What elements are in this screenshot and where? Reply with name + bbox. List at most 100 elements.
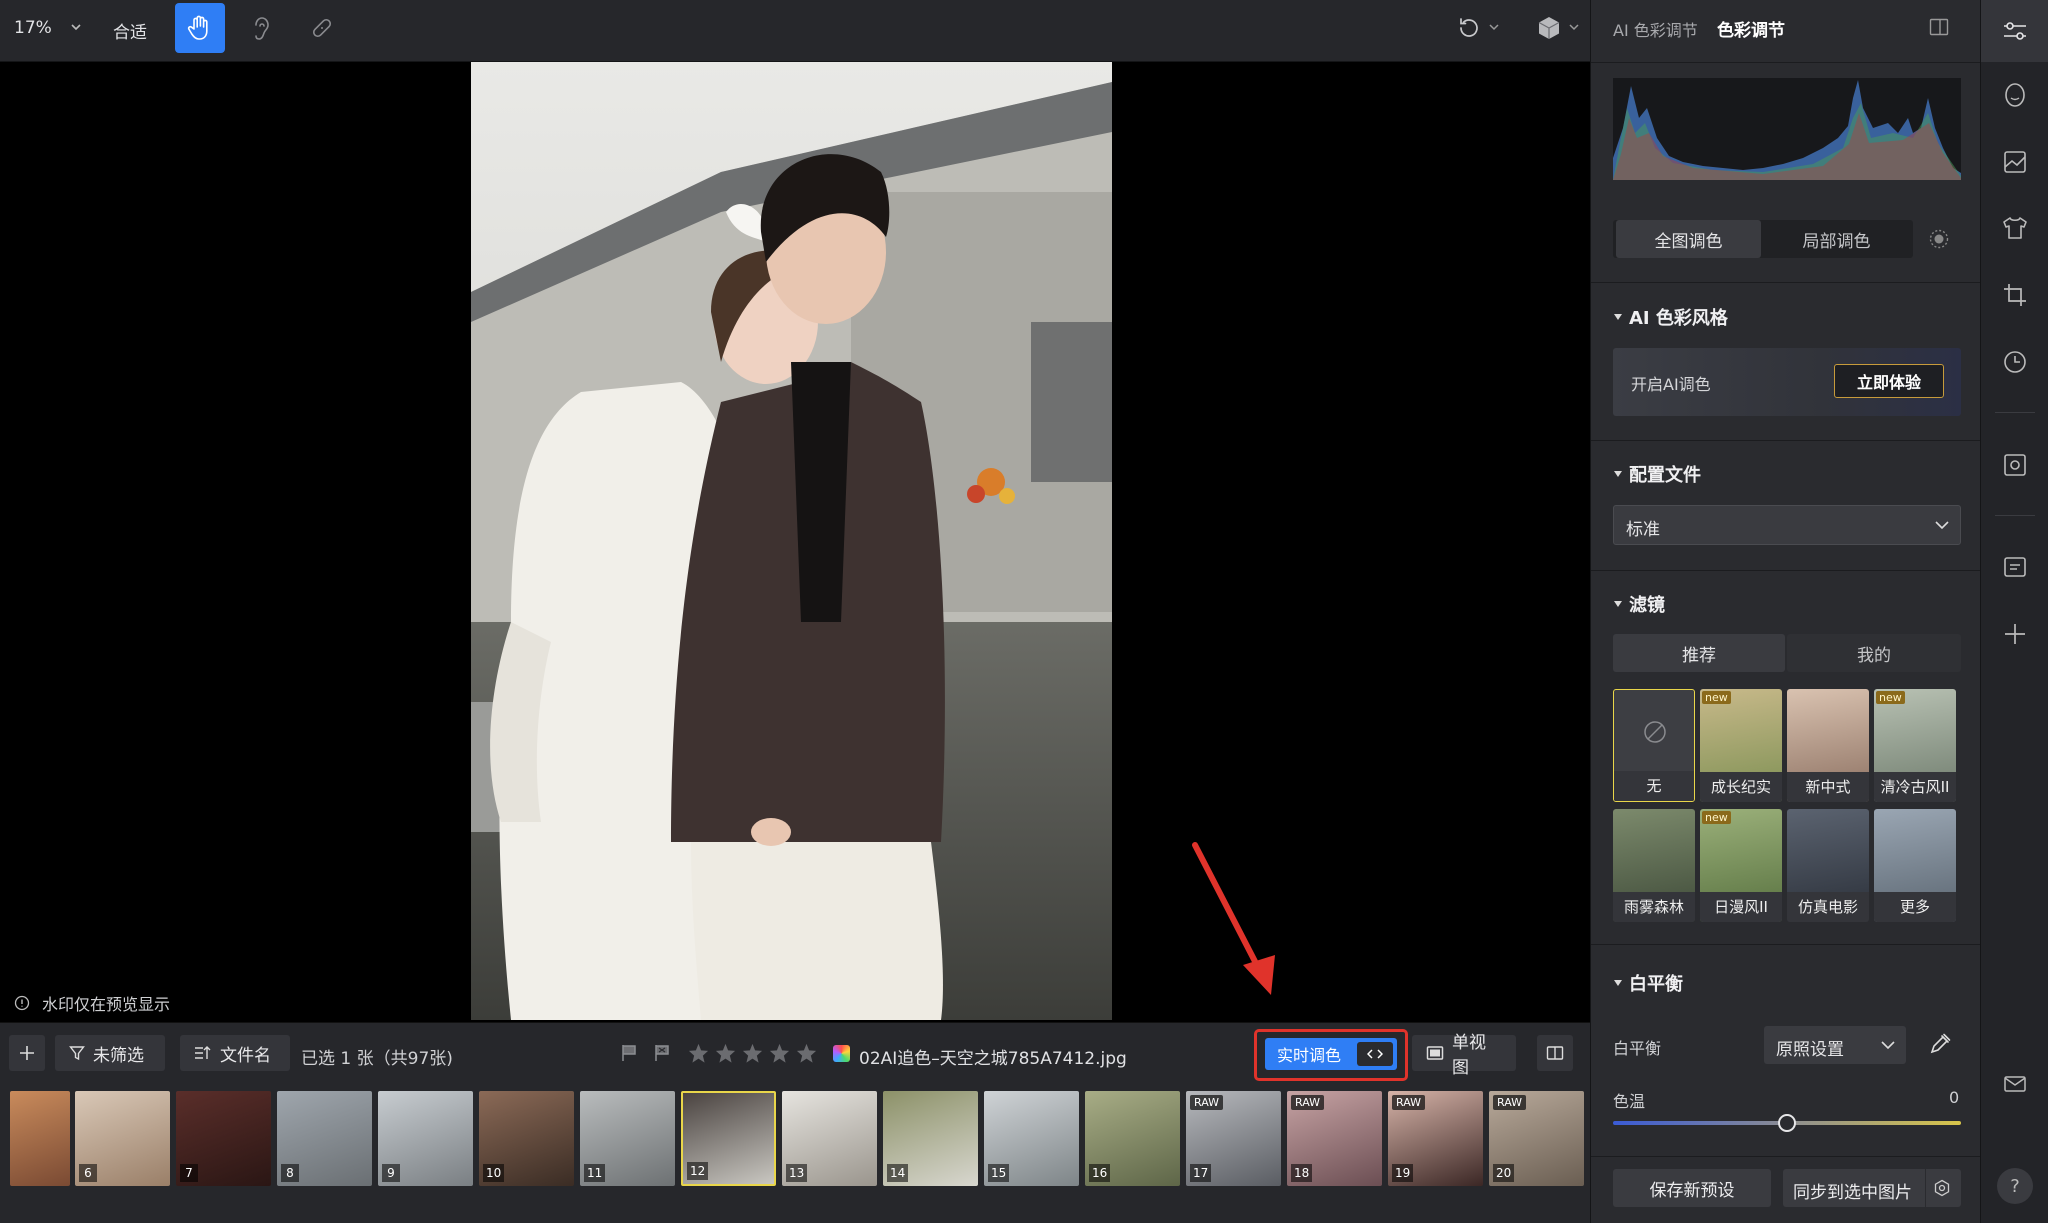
- tab-filter-recommended[interactable]: 推荐: [1613, 634, 1785, 672]
- filmstrip-thumb[interactable]: 10: [479, 1091, 574, 1186]
- new-badge: new: [1702, 811, 1731, 824]
- rail-adjust-button[interactable]: [1981, 0, 2048, 62]
- filmstrip-thumb[interactable]: 11: [580, 1091, 675, 1186]
- ai-try-now-button[interactable]: 立即体验: [1834, 364, 1944, 398]
- filmstrip-thumb[interactable]: 14: [883, 1091, 978, 1186]
- temp-slider-track[interactable]: [1613, 1114, 1961, 1132]
- ear-tool-button[interactable]: [236, 3, 286, 53]
- star-icon[interactable]: [769, 1043, 790, 1063]
- single-view-icon: [1426, 1045, 1444, 1061]
- tab-color[interactable]: 色彩调节: [1717, 16, 1785, 41]
- filter-tile[interactable]: 更多: [1874, 809, 1956, 922]
- top-toolbar: 17% 合适: [0, 0, 1590, 62]
- filter-tile[interactable]: 新中式: [1787, 689, 1869, 802]
- tab-filter-mine[interactable]: 我的: [1787, 634, 1961, 672]
- sync-selected-button[interactable]: 同步到选中图片: [1783, 1169, 1961, 1207]
- single-view-button[interactable]: 单视图: [1412, 1033, 1516, 1078]
- fit-button[interactable]: 合适: [113, 18, 147, 43]
- star-icon[interactable]: [796, 1043, 817, 1063]
- rail-add-button[interactable]: [1981, 604, 2048, 664]
- rail-crop-button[interactable]: [1981, 265, 2048, 325]
- rail-clothing-button[interactable]: [1981, 198, 2048, 258]
- filmstrip-thumb[interactable]: 15: [984, 1091, 1079, 1186]
- wb-select[interactable]: 原照设置: [1764, 1026, 1906, 1064]
- filmstrip-thumb[interactable]: RAW 20: [1489, 1091, 1584, 1186]
- filter-tile-label: 仿真电影: [1787, 892, 1869, 922]
- profile-select[interactable]: 标准: [1613, 505, 1961, 545]
- bandage-tool-button[interactable]: [297, 3, 347, 53]
- filmstrip-thumb[interactable]: RAW 19: [1388, 1091, 1483, 1186]
- compare-view-button[interactable]: [1537, 1035, 1573, 1071]
- sort-filename-button[interactable]: 文件名: [180, 1035, 290, 1071]
- tool-rail: ?: [1980, 0, 2048, 1223]
- panel-layout-icon[interactable]: [1929, 18, 1949, 36]
- filter-tile[interactable]: 雨雾森林: [1613, 809, 1695, 922]
- star-icon[interactable]: [715, 1043, 736, 1063]
- filmstrip-thumb[interactable]: 6: [75, 1091, 170, 1186]
- cube-icon[interactable]: [1535, 14, 1563, 42]
- preview-frame-icon: [2002, 452, 2028, 478]
- realtime-grade-toggle[interactable]: 实时调色: [1265, 1038, 1397, 1070]
- code-toggle-icon[interactable]: [1357, 1042, 1393, 1066]
- star-icon[interactable]: [742, 1043, 763, 1063]
- add-button[interactable]: [9, 1035, 45, 1071]
- cube-dropdown-chevron-icon[interactable]: [1568, 22, 1580, 32]
- filmstrip-thumb[interactable]: 7: [176, 1091, 271, 1186]
- undo-dropdown-chevron-icon[interactable]: [1488, 22, 1500, 32]
- filter-tile[interactable]: new 成长纪实: [1700, 689, 1782, 802]
- flag-reject-icon[interactable]: [653, 1044, 671, 1062]
- tab-local-grade[interactable]: 局部调色: [1763, 220, 1910, 258]
- star-rating[interactable]: [688, 1043, 817, 1063]
- funnel-icon: [69, 1045, 85, 1061]
- filter-tile[interactable]: new 清冷古风II: [1874, 689, 1956, 802]
- save-preset-button[interactable]: 保存新预设: [1613, 1169, 1771, 1207]
- filter-tile[interactable]: 仿真电影: [1787, 809, 1869, 922]
- rail-mail-button[interactable]: [1981, 1054, 2048, 1114]
- mask-settings-icon[interactable]: [1928, 228, 1950, 250]
- filmstrip-thumb[interactable]: 9: [378, 1091, 473, 1186]
- thumb-number: 10: [483, 1164, 505, 1182]
- filmstrip-thumb[interactable]: 8: [277, 1091, 372, 1186]
- filter-tile[interactable]: new 日漫风II: [1700, 809, 1782, 922]
- filmstrip-thumb[interactable]: 13: [782, 1091, 877, 1186]
- tab-global-grade[interactable]: 全图调色: [1616, 220, 1761, 258]
- filmstrip-thumb[interactable]: 12: [681, 1091, 776, 1186]
- wb-section-title[interactable]: 白平衡: [1613, 970, 1683, 996]
- filter-dropdown-button[interactable]: 未筛选: [55, 1035, 165, 1071]
- ai-style-section-title[interactable]: AI 色彩风格: [1613, 304, 1728, 330]
- hand-tool-icon: [185, 13, 215, 43]
- ai-grade-promo-card: 开启AI调色 立即体验: [1613, 348, 1961, 416]
- filmstrip-thumb[interactable]: 16: [1085, 1091, 1180, 1186]
- rail-image-button[interactable]: [1981, 132, 2048, 192]
- single-view-label: 单视图: [1452, 1033, 1486, 1078]
- filter-tile[interactable]: 无: [1613, 689, 1695, 802]
- zoom-level[interactable]: 17%: [14, 18, 52, 38]
- help-icon[interactable]: ?: [1997, 1168, 2033, 1204]
- profile-section-title[interactable]: 配置文件: [1613, 461, 1701, 487]
- filter-tile-label: 清冷古风II: [1874, 772, 1956, 802]
- eyedropper-icon[interactable]: [1928, 1032, 1952, 1056]
- shirt-icon: [2001, 215, 2029, 241]
- rail-notes-button[interactable]: [1981, 537, 2048, 597]
- rail-face-button[interactable]: [1981, 65, 2048, 125]
- temp-slider-handle[interactable]: [1778, 1114, 1796, 1132]
- filmstrip-thumb[interactable]: [10, 1091, 70, 1186]
- plus-icon: [2002, 621, 2028, 647]
- image-canvas[interactable]: 水印仅在预览显示: [0, 62, 1590, 1022]
- tab-ai-color[interactable]: AI 色彩调节: [1613, 17, 1698, 41]
- rail-history-button[interactable]: [1981, 332, 2048, 392]
- flag-pick-icon[interactable]: [620, 1044, 638, 1062]
- filter-section-title[interactable]: 滤镜: [1613, 591, 1665, 617]
- filmstrip-thumb[interactable]: RAW 17: [1186, 1091, 1281, 1186]
- new-badge: new: [1876, 691, 1905, 704]
- undo-icon[interactable]: [1455, 15, 1481, 41]
- color-label-icon[interactable]: [833, 1045, 850, 1062]
- rail-preview-button[interactable]: [1981, 435, 2048, 495]
- star-icon[interactable]: [688, 1043, 709, 1063]
- hand-tool-button[interactable]: [175, 3, 225, 53]
- sync-settings-gear-icon[interactable]: [1933, 1179, 1951, 1197]
- zoom-dropdown-chevron-icon[interactable]: [70, 22, 82, 32]
- filmstrip-thumb[interactable]: RAW 18: [1287, 1091, 1382, 1186]
- rail-divider: [1995, 515, 2035, 516]
- temp-value[interactable]: 0: [1949, 1088, 1959, 1107]
